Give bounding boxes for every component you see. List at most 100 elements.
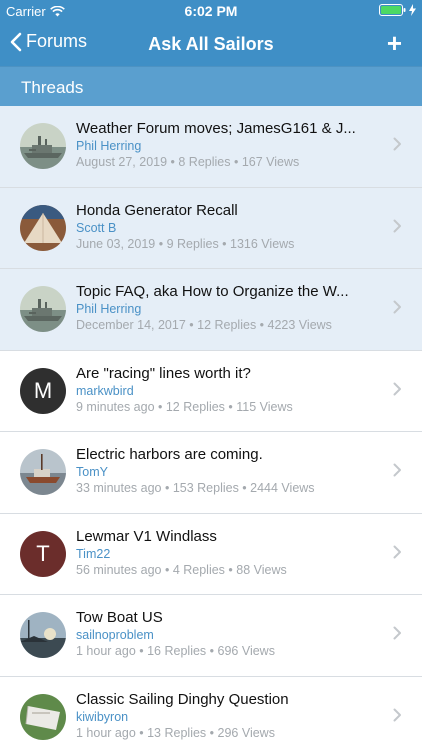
thread-date: 9 minutes ago	[76, 399, 155, 414]
nav-bar: Forums Ask All Sailors +	[0, 22, 422, 66]
thread-replies: 4 Replies	[172, 562, 225, 577]
thread-meta: 9 minutes ago • 12 Replies • 115 Views	[76, 400, 382, 414]
thread-views: 2444 Views	[250, 481, 315, 495]
thread-title: Tow Boat US	[76, 609, 163, 626]
meta-separator: •	[154, 399, 166, 414]
thread-text: Tow Boat US sailnoproblem 1 hour ago • 16 …	[76, 609, 382, 658]
status-time: 6:02 PM	[184, 3, 238, 19]
thread-meta: December 14, 2017 • 12 Replies • 4223 Vi…	[76, 318, 382, 332]
avatar	[20, 693, 66, 740]
thread-author[interactable]: sailnoproblem	[76, 628, 382, 642]
avatar	[20, 204, 66, 251]
dinghy-avatar-image	[20, 693, 66, 740]
avatar	[20, 286, 66, 332]
thread-row[interactable]: Weather Forum moves; JamesG161 & J... Phi…	[0, 106, 422, 188]
thread-text: Weather Forum moves; JamesG161 & J... Phi…	[76, 120, 382, 169]
chevron-right-icon	[393, 545, 402, 559]
meta-separator: •	[161, 481, 173, 495]
thread-meta: 56 minutes ago • 4 Replies • 88 Views	[76, 563, 382, 577]
thread-date: 56 minutes ago	[76, 562, 162, 577]
thread-replies: 13 Replies	[147, 725, 207, 740]
meta-separator: •	[155, 236, 167, 251]
thread-text: Are "racing" lines worth it? markwbird 9 m…	[76, 365, 382, 414]
thread-views: 696 Views	[217, 644, 275, 658]
thread-meta: June 03, 2019 • 9 Replies • 1316 Views	[76, 237, 382, 251]
meta-separator: •	[238, 481, 251, 495]
thread-meta: 1 hour ago • 13 Replies • 296 Views	[76, 726, 382, 740]
thread-author[interactable]: kiwibyron	[76, 710, 382, 724]
charging-icon	[409, 4, 416, 16]
sail-avatar-image	[20, 204, 66, 251]
thread-date: 1 hour ago	[76, 725, 136, 740]
thread-views: 88 Views	[236, 562, 287, 577]
thread-title: Lewmar V1 Windlass	[76, 527, 217, 545]
section-label: Threads	[21, 78, 84, 97]
meta-separator: •	[185, 318, 198, 332]
meta-separator: •	[161, 562, 173, 577]
thread-title: Weather Forum moves; JamesG161 & J...	[76, 120, 356, 137]
thread-views: 115 Views	[236, 399, 293, 414]
chevron-right-icon	[393, 219, 402, 233]
boat-avatar-image	[20, 449, 66, 495]
thread-author[interactable]: TomY	[76, 465, 382, 479]
thread-text: Topic FAQ, aka How to Organize the W... P…	[76, 283, 382, 332]
thread-replies: 8 Replies	[178, 155, 231, 169]
thread-text: Lewmar V1 Windlass Tim22 56 minutes ago • …	[76, 528, 382, 577]
meta-separator: •	[206, 644, 218, 658]
header: Carrier 6:02 PM Forums Ask All Sailors +	[0, 0, 422, 66]
chevron-right-icon	[393, 626, 402, 640]
meta-separator: •	[206, 725, 218, 740]
thread-author[interactable]: Tim22	[76, 547, 382, 561]
avatar: M	[20, 367, 66, 414]
thread-list: Weather Forum moves; JamesG161 & J... Phi…	[0, 106, 422, 750]
chevron-right-icon	[393, 463, 402, 477]
thread-title: Electric harbors are coming.	[76, 446, 263, 463]
thread-replies: 153 Replies	[172, 481, 239, 495]
thread-row[interactable]: M Are "racing" lines worth it? markwbird 9 …	[0, 350, 422, 432]
meta-separator: •	[218, 236, 231, 251]
thread-author[interactable]: Phil Herring	[76, 139, 382, 153]
thread-replies: 12 Replies	[165, 399, 225, 414]
thread-date: 33 minutes ago	[76, 481, 162, 495]
thread-author[interactable]: Phil Herring	[76, 302, 382, 316]
add-thread-button[interactable]: +	[387, 30, 402, 56]
chevron-right-icon	[393, 137, 402, 151]
thread-title: Are "racing" lines worth it?	[76, 364, 251, 382]
meta-separator: •	[135, 725, 148, 740]
thread-author[interactable]: Scott B	[76, 221, 382, 235]
meta-separator: •	[256, 318, 268, 332]
chevron-right-icon	[393, 382, 402, 396]
avatar	[20, 449, 66, 495]
status-bar: Carrier 6:02 PM	[0, 0, 422, 22]
avatar: T	[20, 530, 66, 577]
thread-date: 1 hour ago	[76, 644, 136, 658]
thread-text: Electric harbors are coming. TomY 33 minut…	[76, 446, 382, 495]
page-title: Ask All Sailors	[148, 34, 274, 54]
meta-separator: •	[224, 562, 237, 577]
thread-row[interactable]: Classic Sailing Dinghy Question kiwibyron…	[0, 676, 422, 750]
chevron-right-icon	[393, 300, 402, 314]
avatar	[20, 123, 66, 169]
thread-replies: 16 Replies	[147, 644, 207, 658]
thread-row[interactable]: Topic FAQ, aka How to Organize the W... P…	[0, 269, 422, 351]
thread-title: Honda Generator Recall	[76, 201, 238, 219]
chevron-right-icon	[393, 708, 402, 722]
thread-author[interactable]: markwbird	[76, 384, 382, 398]
thread-row[interactable]: Honda Generator Recall Scott B June 03, 20…	[0, 187, 422, 269]
ship-avatar-image	[20, 123, 66, 169]
avatar	[20, 612, 66, 658]
thread-views: 296 Views	[217, 725, 275, 740]
thread-text: Honda Generator Recall Scott B June 03, 20…	[76, 202, 382, 251]
thread-row[interactable]: T Lewmar V1 Windlass Tim22 56 minutes ago •…	[0, 513, 422, 595]
thread-views: 4223 Views	[267, 318, 332, 332]
meta-separator: •	[230, 155, 242, 169]
thread-replies: 9 Replies	[166, 236, 219, 251]
meta-separator: •	[135, 644, 148, 658]
thread-title: Topic FAQ, aka How to Organize the W...	[76, 283, 349, 300]
thread-views: 1316 Views	[230, 236, 295, 251]
ship-avatar-image	[20, 286, 66, 332]
meta-separator: •	[224, 399, 237, 414]
thread-row[interactable]: Electric harbors are coming. TomY 33 minut…	[0, 432, 422, 514]
thread-row[interactable]: Tow Boat US sailnoproblem 1 hour ago • 16 …	[0, 595, 422, 677]
thread-meta: August 27, 2019 • 8 Replies • 167 Views	[76, 155, 382, 169]
